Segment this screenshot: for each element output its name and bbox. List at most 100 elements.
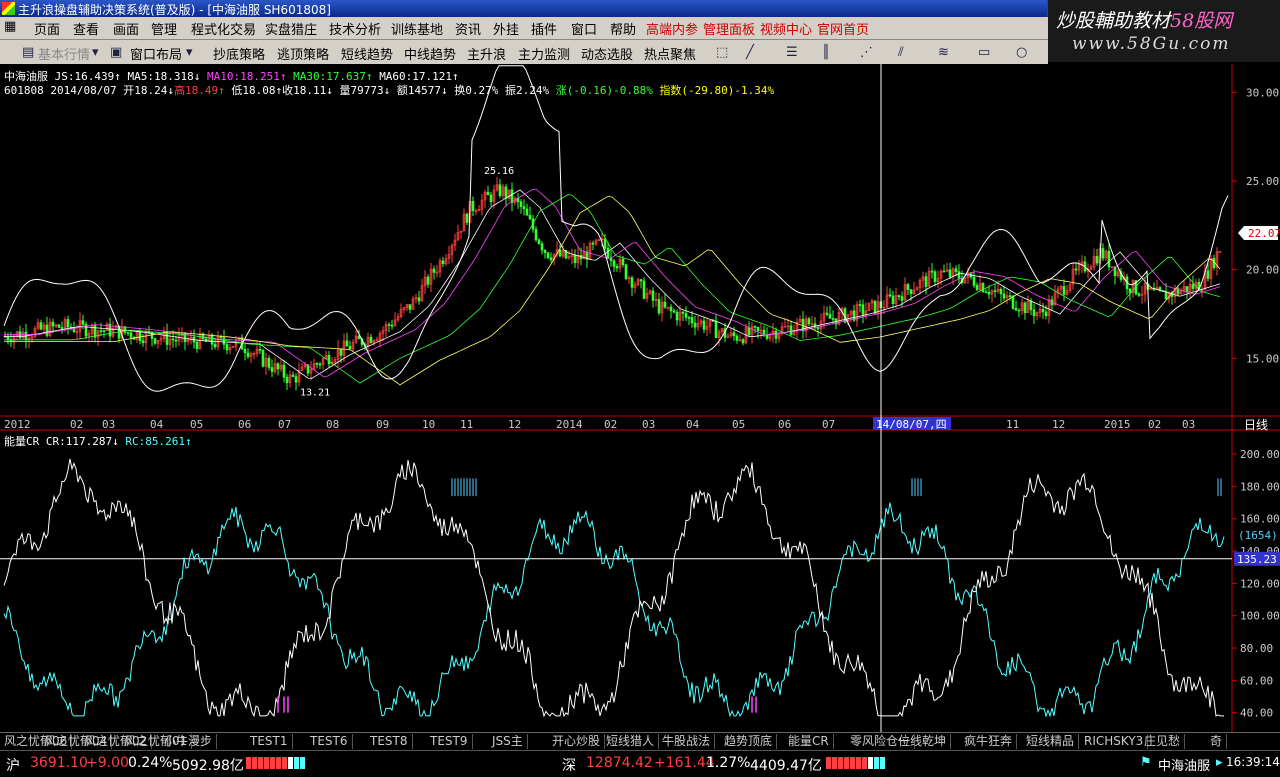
candle-body <box>621 258 625 266</box>
indicator-tab[interactable]: TEST1 <box>246 734 293 749</box>
indicator-tab[interactable]: TEST9 <box>426 734 473 749</box>
indicator-tab[interactable]: TEST8 <box>366 734 413 749</box>
candle-body <box>828 314 832 319</box>
candle-body <box>615 266 619 269</box>
candle-body <box>294 376 298 383</box>
strategy-button[interactable]: 热点聚焦 <box>644 44 696 63</box>
window-title: 主升浪操盘辅助决策系统(普及版) - [中海油服 SH601808] <box>18 3 331 17</box>
indicator-tab[interactable]: 小牛漫步 <box>160 734 218 749</box>
strategy-button[interactable]: 主力监测 <box>518 44 570 63</box>
scroll-icon[interactable]: ▸ <box>1216 755 1223 770</box>
indicator-tab[interactable]: 牛股战法 <box>658 734 716 749</box>
candle-body <box>51 321 55 327</box>
watermark-line1: 炒股輔助教材58股网 <box>1056 10 1233 32</box>
indicator-tab[interactable]: RICHSKY3 <box>1080 734 1149 749</box>
candle-body <box>807 318 811 325</box>
dropdown-icon[interactable]: ▾ <box>186 45 193 60</box>
indicator-tab[interactable]: 庄见愁 <box>1140 734 1186 749</box>
candle-body <box>1014 308 1018 311</box>
menu-item[interactable]: 查看 <box>73 19 99 38</box>
menu-item[interactable]: 实盘猎庄 <box>265 19 317 38</box>
line-tool-icon[interactable]: ╱ <box>746 45 754 60</box>
kline-chart[interactable]: 30.00 25.00 20.00 15.00 22.07 25.16 13.21 2012 0… <box>0 64 1280 732</box>
time-axis-label: 03 <box>102 418 115 431</box>
strategy-button[interactable]: 主升浪 <box>467 44 506 63</box>
strategy-button[interactable]: 逃顶策略 <box>277 44 329 63</box>
menu-item-highlight[interactable]: 视频中心 <box>760 19 812 38</box>
time-axis-label: 05 <box>732 418 745 431</box>
cr-tick-label: 80.00 <box>1240 642 1273 655</box>
toolbar: ▤ 基本行情 ▾ ▣ 窗口布局 ▾ 抄底策略 逃顶策略 短线趋势 中线趋势 主升浪 主力监测 动态选股热… <box>0 40 1048 65</box>
basic-quote-button[interactable]: 基本行情 <box>38 44 90 63</box>
sh-percent: 0.24% <box>128 755 173 771</box>
layout-icon[interactable]: ▣ <box>110 45 122 60</box>
menu-item[interactable]: 窗口 <box>571 19 597 38</box>
candle-body <box>282 364 286 378</box>
menu-item[interactable]: 技术分析 <box>329 19 381 38</box>
alert-icon[interactable]: ⚑ <box>1140 755 1152 770</box>
candle-body <box>603 238 607 249</box>
menu-item-highlight[interactable]: 高端内参 <box>646 19 698 38</box>
app-menu-icon[interactable]: ▦ <box>4 19 16 34</box>
candle-body <box>591 242 595 245</box>
strategy-button[interactable]: 抄底策略 <box>213 44 265 63</box>
menu-item[interactable]: 画面 <box>113 19 139 38</box>
candle-body <box>975 285 979 291</box>
indicator-tab[interactable]: 趋势顶底 <box>720 734 778 749</box>
chart-area[interactable]: 30.00 25.00 20.00 15.00 22.07 25.16 13.21 2012 0… <box>0 64 1280 732</box>
fan-tool-icon[interactable]: ⋰ <box>860 45 873 60</box>
indicator-tab[interactable]: 疯牛狂奔 <box>960 734 1018 749</box>
strategy-button[interactable]: 动态选股 <box>581 44 633 63</box>
cursor-date-label: 14/08/07,四 <box>876 418 947 431</box>
time-axis-label: 04 <box>150 418 164 431</box>
candle-body <box>246 352 250 357</box>
bar-tool-icon[interactable]: ║ <box>822 45 830 60</box>
menu-item[interactable]: 插件 <box>531 19 557 38</box>
candle-body <box>510 189 514 203</box>
low-value: 低18.08↑ <box>231 84 283 97</box>
indicator-tab[interactable]: 开心炒股 <box>548 734 606 749</box>
candle-body <box>387 324 391 326</box>
gann-tool-icon[interactable]: ⫽ <box>898 45 904 60</box>
indicator-tab[interactable]: 能量CR <box>784 734 834 749</box>
candle-body <box>1044 311 1048 317</box>
candle-body <box>426 276 430 285</box>
indicator-tab[interactable]: 奇 <box>1206 734 1228 749</box>
indicator-tab[interactable]: 短线精品 <box>1022 734 1080 749</box>
menu-item[interactable]: 外挂 <box>493 19 519 38</box>
candle-body <box>702 320 706 330</box>
indicator-tab[interactable]: JSS主 <box>488 734 528 749</box>
draw-cursor-icon[interactable]: ⬚ <box>716 45 728 60</box>
candle-body <box>774 330 778 339</box>
sh-label: 沪 <box>6 758 20 774</box>
indicator-tab[interactable]: 短线猎人 <box>602 734 660 749</box>
dropdown-icon[interactable]: ▾ <box>92 45 99 60</box>
ellipse-tool-icon[interactable]: ○ <box>1016 45 1027 60</box>
menu-item[interactable]: 管理 <box>151 19 177 38</box>
menu-item[interactable]: 程式化交易 <box>191 19 256 38</box>
candle-body <box>933 271 937 283</box>
candle-body <box>522 206 526 210</box>
channel-tool-icon[interactable]: ☰ <box>786 45 798 60</box>
menu-item[interactable]: 帮助 <box>610 19 636 38</box>
menu-item-highlight[interactable]: 管理面板 <box>703 19 755 38</box>
strategy-button[interactable]: 中线趋势 <box>404 44 456 63</box>
indicator-tab[interactable]: TEST6 <box>306 734 353 749</box>
cr-tick-label: 160.00 <box>1240 513 1280 526</box>
sh-change: +9.00 <box>86 755 129 771</box>
candle-body <box>987 292 991 295</box>
candle-body <box>39 322 43 330</box>
menu-item[interactable]: 资讯 <box>455 19 481 38</box>
strategy-button[interactable]: 短线趋势 <box>341 44 393 63</box>
candle-body <box>546 252 550 258</box>
menu-item[interactable]: 训练基地 <box>391 19 443 38</box>
menu-item[interactable]: 页面 <box>34 19 60 38</box>
rect-tool-icon[interactable]: ▭ <box>978 45 990 60</box>
menu-item-highlight[interactable]: 官网首页 <box>817 19 869 38</box>
window-layout-button[interactable]: 窗口布局 <box>130 44 182 63</box>
indicator-tab[interactable]: 一线乾坤 <box>894 734 952 749</box>
candle-body <box>57 324 61 328</box>
status-stock[interactable]: 中海油服 <box>1158 755 1210 774</box>
quote-icon[interactable]: ▤ <box>22 45 34 60</box>
parallel-tool-icon[interactable]: ≋ <box>938 45 949 60</box>
